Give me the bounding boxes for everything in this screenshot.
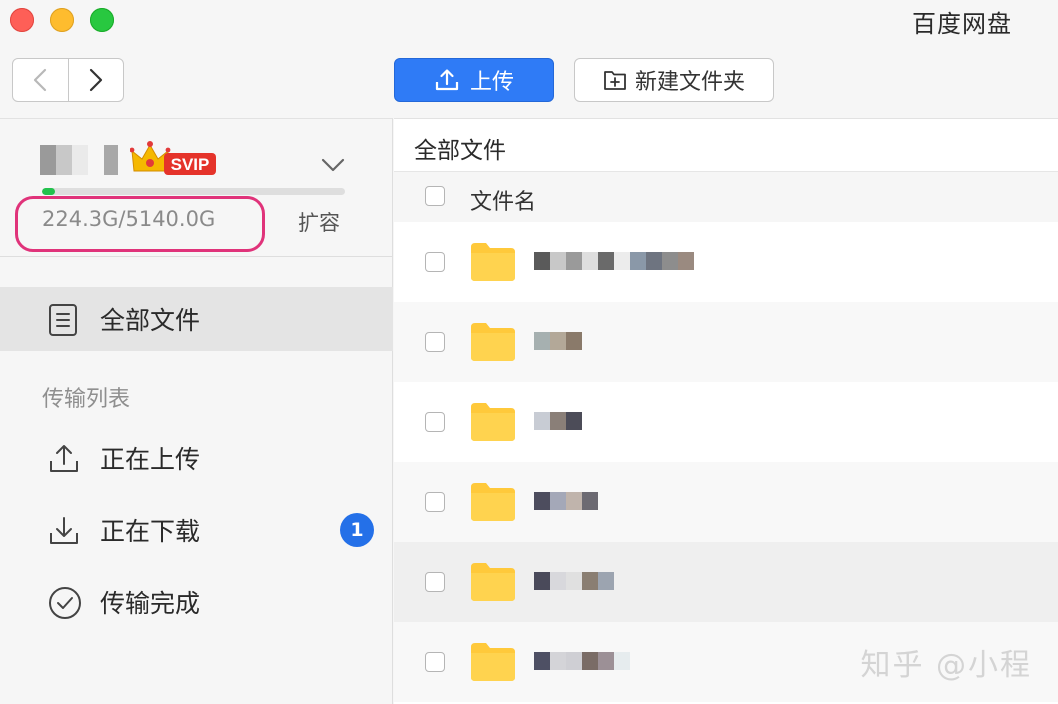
- file-browser: 全部文件 文件名: [394, 118, 1058, 704]
- title-bar: 百度网盘 上传 新建文件夹: [0, 0, 1058, 118]
- sidebar-divider: [0, 256, 393, 257]
- forward-button[interactable]: [67, 59, 124, 101]
- crown-icon: SVIP: [129, 141, 216, 175]
- svip-badge: SVIP: [129, 139, 220, 183]
- upload-icon: [50, 445, 78, 472]
- annotation-circle: [15, 196, 265, 252]
- download-icon: [50, 517, 78, 544]
- row-checkbox[interactable]: [425, 652, 445, 672]
- storage-progress-fill: [42, 188, 56, 195]
- file-name-blurred: [534, 332, 582, 350]
- sidebar-item-downloading[interactable]: 正在下载 1: [0, 498, 393, 562]
- downloading-count-badge: 1: [340, 513, 374, 547]
- table-row[interactable]: [394, 302, 1058, 382]
- watermark: 知乎 @小程: [860, 648, 1032, 683]
- row-checkbox[interactable]: [425, 252, 445, 272]
- row-checkbox[interactable]: [425, 332, 445, 352]
- table-row[interactable]: [394, 222, 1058, 302]
- row-checkbox[interactable]: [425, 492, 445, 512]
- account-menu-toggle[interactable]: [320, 157, 346, 177]
- new-folder-icon: [604, 71, 626, 90]
- sidebar-item-label: 正在上传: [100, 445, 201, 474]
- file-name-blurred: [534, 492, 598, 510]
- breadcrumb[interactable]: 全部文件: [414, 131, 506, 165]
- expand-storage-link[interactable]: 扩容: [298, 207, 340, 237]
- folder-icon: [471, 483, 515, 521]
- upload-button-label: 上传: [469, 70, 514, 95]
- sidebar-item-completed[interactable]: 传输完成: [0, 570, 393, 634]
- sidebar: SVIP 224.3G/5140.0G 扩容 全部文件 传输列表 正在上传 正在: [0, 118, 393, 704]
- folder-icon: [471, 563, 515, 601]
- file-name-blurred: [534, 252, 694, 270]
- column-header-filename[interactable]: 文件名: [470, 184, 536, 216]
- minimize-window-button[interactable]: [50, 8, 74, 32]
- upload-icon: [435, 69, 459, 91]
- chevron-down-icon: [321, 158, 345, 172]
- file-name-blurred: [534, 572, 614, 590]
- folder-icon: [471, 403, 515, 441]
- svip-badge-label: SVIP: [171, 155, 210, 174]
- folder-icon: [471, 243, 515, 281]
- sidebar-item-uploading[interactable]: 正在上传: [0, 426, 393, 490]
- upload-button[interactable]: 上传: [394, 58, 554, 102]
- sidebar-item-label: 传输完成: [100, 589, 201, 618]
- new-folder-button[interactable]: 新建文件夹: [574, 58, 774, 102]
- folder-icon: [471, 643, 515, 681]
- row-checkbox[interactable]: [425, 572, 445, 592]
- chevron-left-icon: [34, 68, 47, 92]
- file-name-blurred: [534, 412, 582, 430]
- sidebar-item-label: 正在下载: [100, 517, 201, 546]
- back-button[interactable]: [13, 59, 68, 101]
- zoom-window-button[interactable]: [90, 8, 114, 32]
- sidebar-item-label: 全部文件: [100, 306, 201, 335]
- chevron-right-icon: [89, 68, 102, 92]
- storage-progress-bar: [42, 188, 345, 195]
- app-title: 百度网盘: [912, 10, 1012, 38]
- username-blurred: [40, 145, 118, 175]
- row-checkbox[interactable]: [425, 412, 445, 432]
- history-nav: [12, 58, 124, 102]
- table-row[interactable]: [394, 382, 1058, 462]
- select-all-checkbox[interactable]: [425, 186, 445, 206]
- file-list-header: 文件名: [394, 171, 1058, 222]
- sidebar-item-all-files[interactable]: 全部文件: [0, 287, 393, 351]
- new-folder-button-label: 新建文件夹: [634, 70, 745, 95]
- check-circle-icon: [49, 587, 81, 619]
- transfer-section-heading: 传输列表: [42, 387, 131, 412]
- table-row[interactable]: [394, 462, 1058, 542]
- table-row[interactable]: [394, 542, 1058, 622]
- document-list-icon: [49, 304, 77, 336]
- close-window-button[interactable]: [10, 8, 34, 32]
- file-name-blurred: [534, 652, 630, 670]
- folder-icon: [471, 323, 515, 361]
